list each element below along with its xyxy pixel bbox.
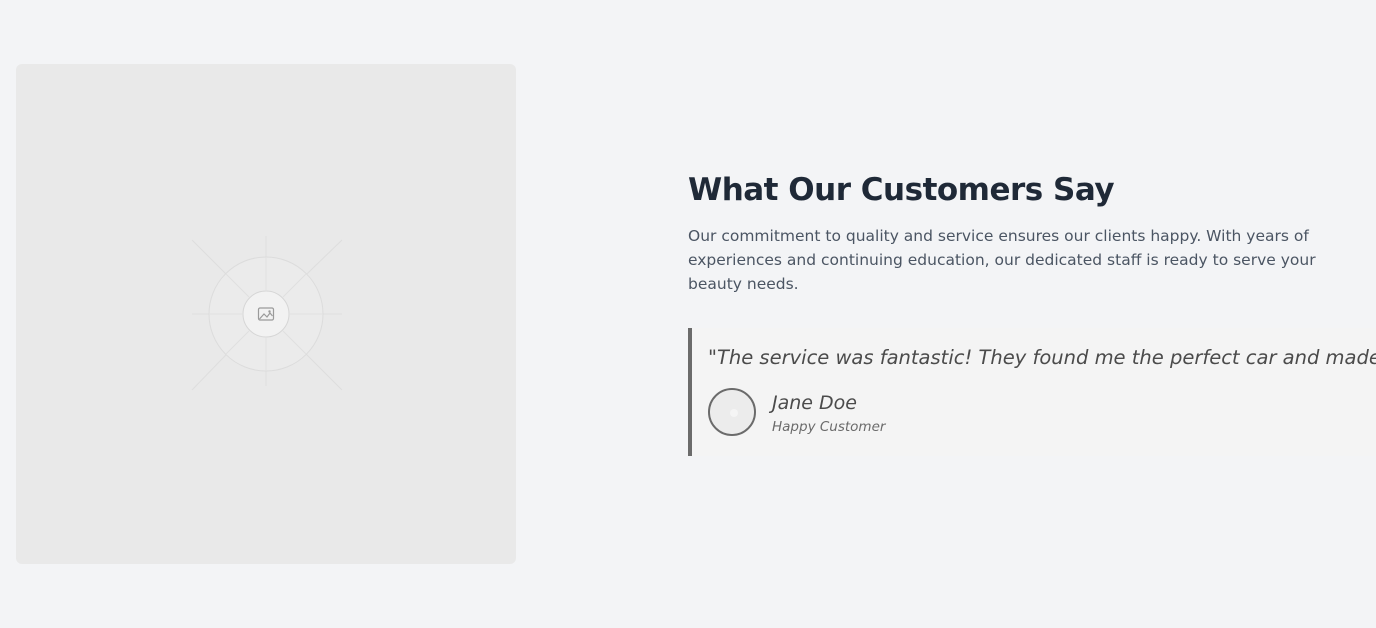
avatar-placeholder-icon: [710, 390, 754, 434]
image-placeholder-icon: [191, 236, 343, 391]
testimonial-section: What Our Customers Say Our commitment to…: [0, 0, 1376, 628]
testimonial-quote: "The service was fantastic! They found m…: [708, 346, 1376, 369]
section-heading: What Our Customers Say: [688, 172, 1115, 208]
section-description: Our commitment to quality and service en…: [688, 227, 1316, 293]
author-avatar: [708, 388, 756, 436]
image-placeholder: [16, 64, 516, 564]
author-name: Jane Doe: [772, 392, 857, 414]
author-role: Happy Customer: [772, 419, 886, 435]
text-column: What Our Customers Say Our commitment to…: [688, 168, 1376, 296]
testimonial-card: "The service was fantastic! They found m…: [688, 328, 1376, 456]
